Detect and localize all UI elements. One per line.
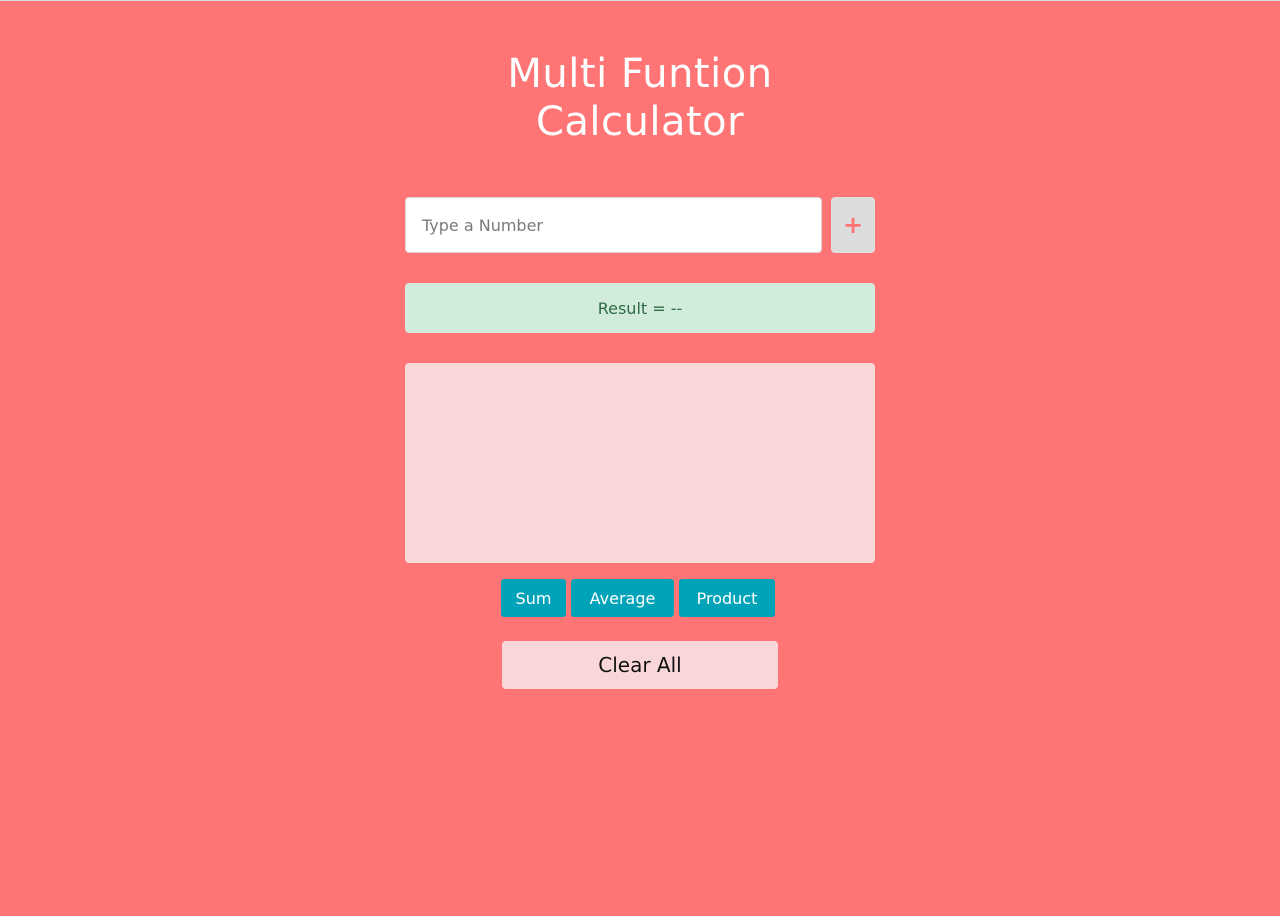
add-number-button[interactable]: + <box>831 197 875 253</box>
page-title: Multi Funtion Calculator <box>440 50 840 146</box>
result-text: Result = -- <box>597 298 683 318</box>
plus-icon: + <box>842 211 864 239</box>
page-title-line-2: Calculator <box>535 99 745 145</box>
clear-all-button[interactable]: Clear All <box>502 641 778 689</box>
top-divider <box>0 0 1280 1</box>
product-button[interactable]: Product <box>679 579 775 617</box>
numbers-list <box>405 363 875 563</box>
average-button[interactable]: Average <box>571 579 674 617</box>
page-title-line-1: Multi Funtion <box>507 51 773 97</box>
result-display: Result = -- <box>405 283 875 333</box>
number-input[interactable] <box>405 197 822 253</box>
sum-button[interactable]: Sum <box>501 579 566 617</box>
